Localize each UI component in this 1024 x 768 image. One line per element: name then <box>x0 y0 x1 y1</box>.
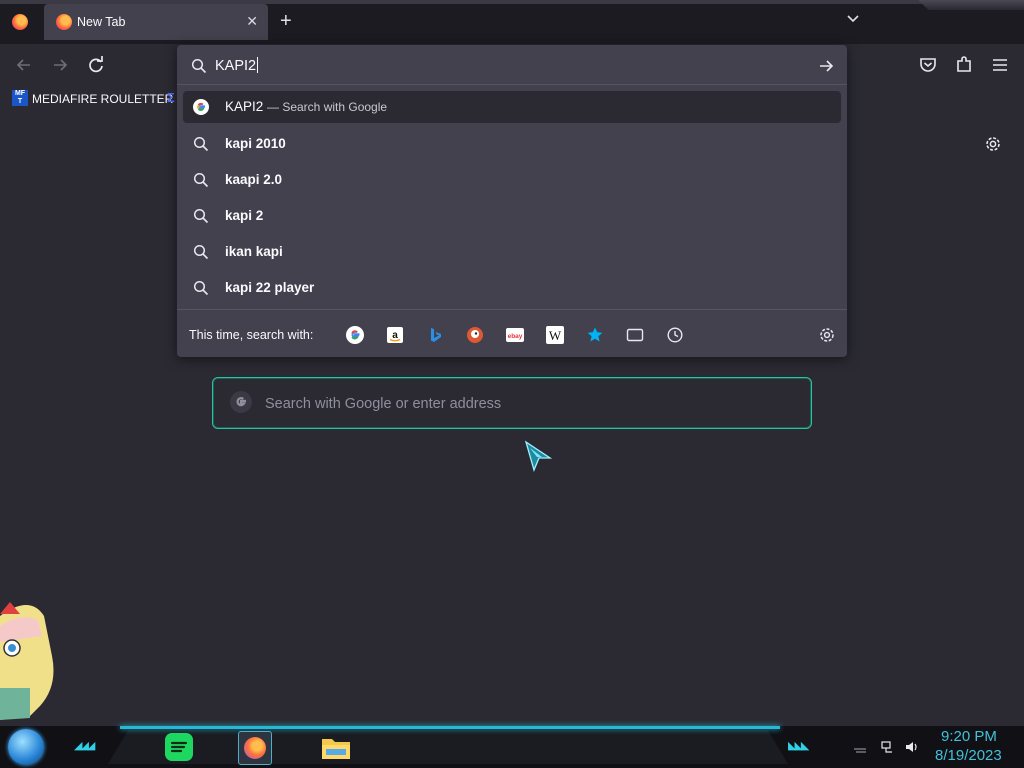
suggestion-row[interactable]: KAPI2 — Search with Google <box>183 91 841 123</box>
suggestion-action: — Search with Google <box>267 100 388 114</box>
taskbar-decoration: ◢◢◢ <box>74 740 95 752</box>
suggestion-text: kapi 22 player <box>225 280 315 295</box>
theme-decoration <box>918 0 1024 10</box>
search-engines-label: This time, search with: <box>189 328 314 342</box>
google-icon <box>230 391 252 413</box>
firefox-menu-icon[interactable] <box>12 14 28 30</box>
go-arrow-icon[interactable] <box>817 57 835 75</box>
divider <box>177 309 847 310</box>
tabs-icon[interactable] <box>626 326 644 344</box>
bookmarks-star-icon[interactable] <box>586 326 604 344</box>
list-all-tabs-icon[interactable] <box>846 12 860 26</box>
google-icon[interactable] <box>346 326 364 344</box>
suggestion-text: kapi 2 <box>225 208 264 223</box>
svg-text:W: W <box>549 328 562 343</box>
back-icon[interactable] <box>12 53 36 77</box>
suggestion-row[interactable]: kapi 2010 <box>183 128 841 160</box>
start-button[interactable] <box>8 729 44 765</box>
new-tab-button[interactable]: + <box>280 10 292 32</box>
menu-icon[interactable] <box>988 53 1012 77</box>
volume-icon[interactable] <box>904 739 920 755</box>
cartoon-character-sticker <box>0 602 54 720</box>
ebay-icon[interactable]: ebay <box>506 326 524 344</box>
extensions-icon[interactable] <box>952 53 976 77</box>
bookmark-overflow-icon[interactable]: Σ <box>167 90 175 105</box>
svg-text:a: a <box>392 330 398 341</box>
newtab-search-input[interactable]: Search with Google or enter address <box>212 377 812 429</box>
suggestion-text: kapi 2010 <box>225 136 286 151</box>
clock-date[interactable]: 8/19/2023 <box>935 747 1002 764</box>
urlbar-value: KAPI2 <box>215 58 257 74</box>
suggestion-row[interactable]: kaapi 2.0 <box>183 164 841 196</box>
search-icon <box>193 280 209 296</box>
search-icon <box>193 136 209 152</box>
bing-icon[interactable] <box>426 326 444 344</box>
mediafire-bookmark-icon: MF T <box>12 90 28 106</box>
bookmark-mediafire-rouletter[interactable]: MEDIAFIRE ROULETTER <box>32 92 173 106</box>
personalize-gear-icon[interactable] <box>983 134 1003 154</box>
taskbar-frame <box>108 730 788 764</box>
urlbar-input[interactable]: KAPI2 <box>215 57 259 74</box>
tab-title: New Tab <box>77 15 126 29</box>
firefox-favicon-icon <box>56 14 72 30</box>
suggestion-row[interactable]: kapi 2 <box>183 200 841 232</box>
clock-time[interactable]: 9:20 PM <box>941 728 997 745</box>
search-icon <box>193 208 209 224</box>
tab-new-tab[interactable]: New Tab ✕ <box>44 4 268 40</box>
file-explorer-taskbar-icon[interactable] <box>320 731 352 763</box>
wikipedia-icon[interactable]: W <box>546 326 564 344</box>
suggestion-row[interactable]: kapi 22 player <box>183 272 841 304</box>
svg-text:ebay: ebay <box>508 333 523 340</box>
suggestion-text: KAPI2 <box>225 99 264 114</box>
google-icon <box>193 99 209 115</box>
suggestion-text: kaapi 2.0 <box>225 172 283 187</box>
text-caret <box>257 57 259 73</box>
mouse-cursor-icon <box>524 440 552 472</box>
search-icon <box>193 244 209 260</box>
firefox-icon <box>244 737 266 759</box>
firefox-taskbar-button[interactable] <box>238 731 272 765</box>
taskbar-glow <box>120 726 780 729</box>
suggestion-text: ikan kapi <box>225 244 283 259</box>
suggestion-row[interactable]: ikan kapi <box>183 236 841 268</box>
history-icon[interactable] <box>666 326 684 344</box>
reload-icon[interactable] <box>84 53 108 77</box>
duckduckgo-icon[interactable] <box>466 326 484 344</box>
show-hidden-icons-icon[interactable] <box>852 739 868 755</box>
spotify-taskbar-icon[interactable] <box>163 731 195 763</box>
urlbar-popup: KAPI2 KAPI2 — Search with Google kapi 20… <box>177 45 847 357</box>
search-settings-gear-icon[interactable] <box>818 326 836 344</box>
search-icon <box>193 172 209 188</box>
taskbar-decoration: ◣◣◣ <box>788 740 809 752</box>
network-icon[interactable] <box>880 739 896 755</box>
forward-icon[interactable] <box>48 53 72 77</box>
divider <box>177 84 847 85</box>
pocket-icon[interactable] <box>916 53 940 77</box>
search-icon <box>191 58 207 74</box>
tab-close-icon[interactable]: ✕ <box>246 13 258 30</box>
tab-strip: New Tab ✕ + <box>0 0 1024 44</box>
amazon-icon[interactable]: a <box>386 326 404 344</box>
search-placeholder: Search with Google or enter address <box>265 396 502 412</box>
